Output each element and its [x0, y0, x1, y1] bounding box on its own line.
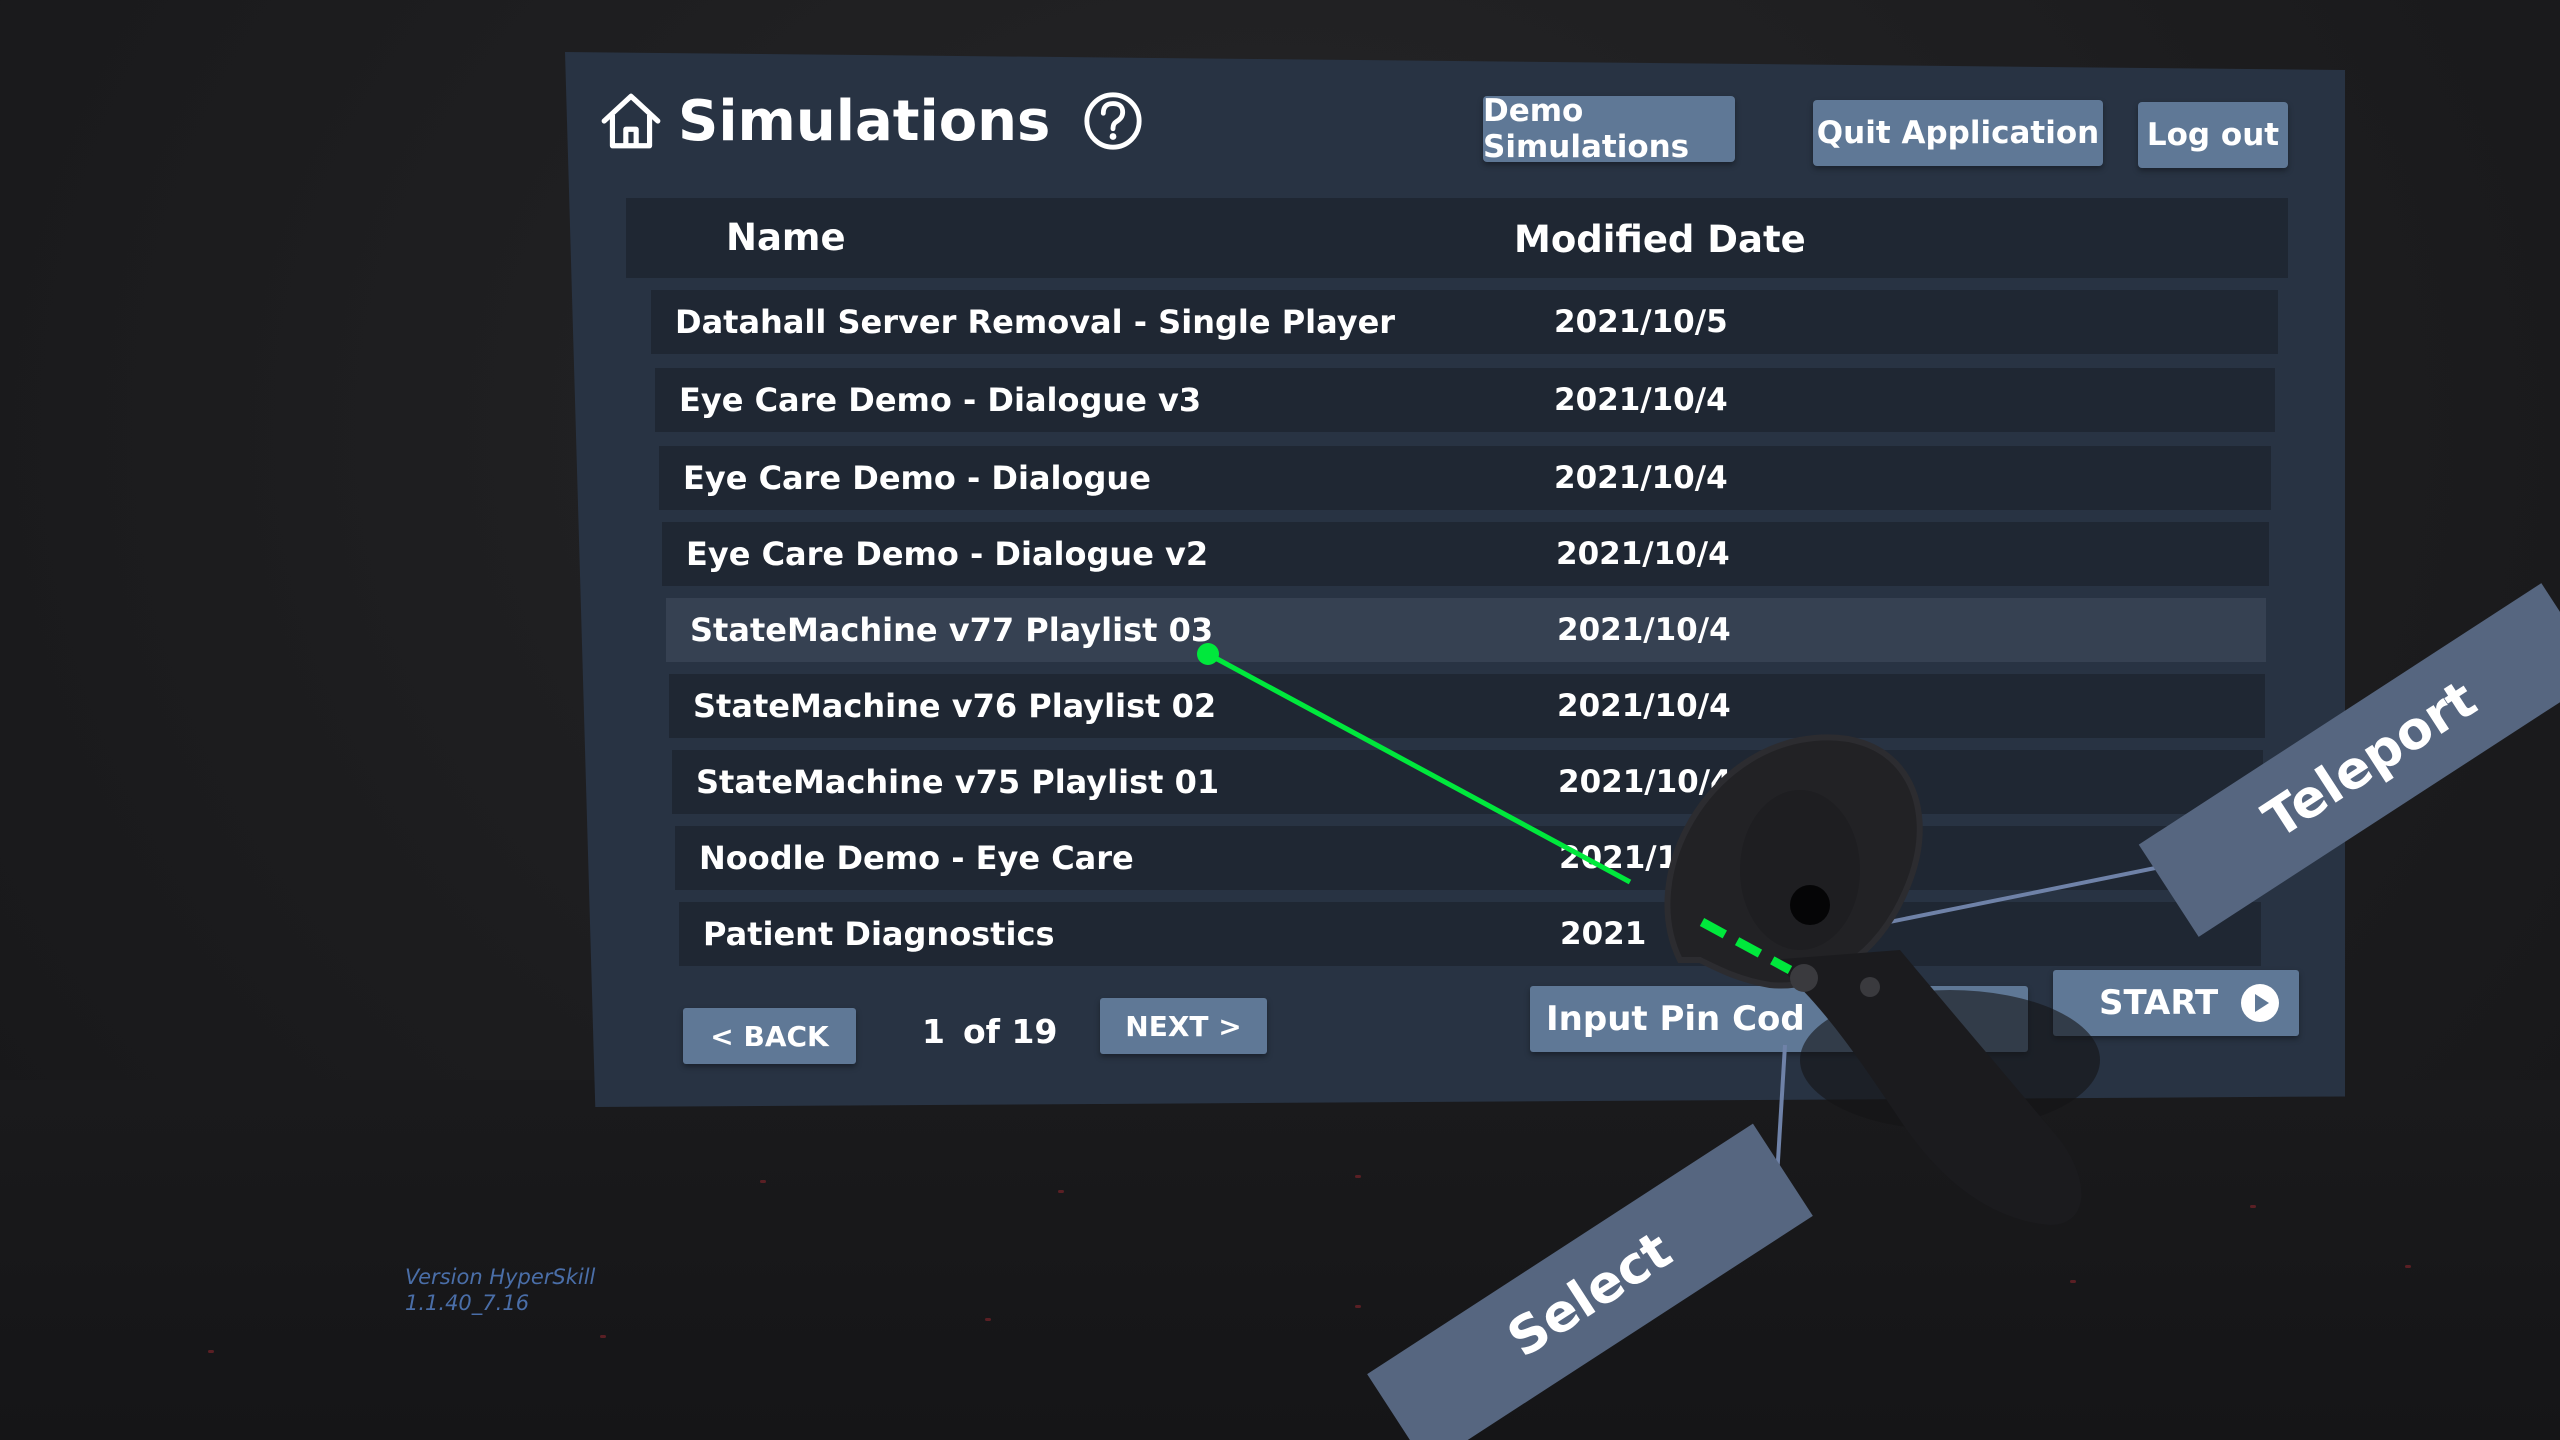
- vr-controller-overlay: [1197, 643, 2186, 1225]
- controller-thumbstick: [1790, 964, 1818, 992]
- laser-cursor: [1197, 643, 1219, 665]
- laser-pointer: [1206, 651, 1632, 885]
- controller-button: [1790, 885, 1830, 925]
- controller-button: [1860, 977, 1880, 997]
- vr-scene: Simulations Demo Simulations Quit Applic…: [0, 0, 2560, 1440]
- controller-ring-hole: [1740, 790, 1860, 950]
